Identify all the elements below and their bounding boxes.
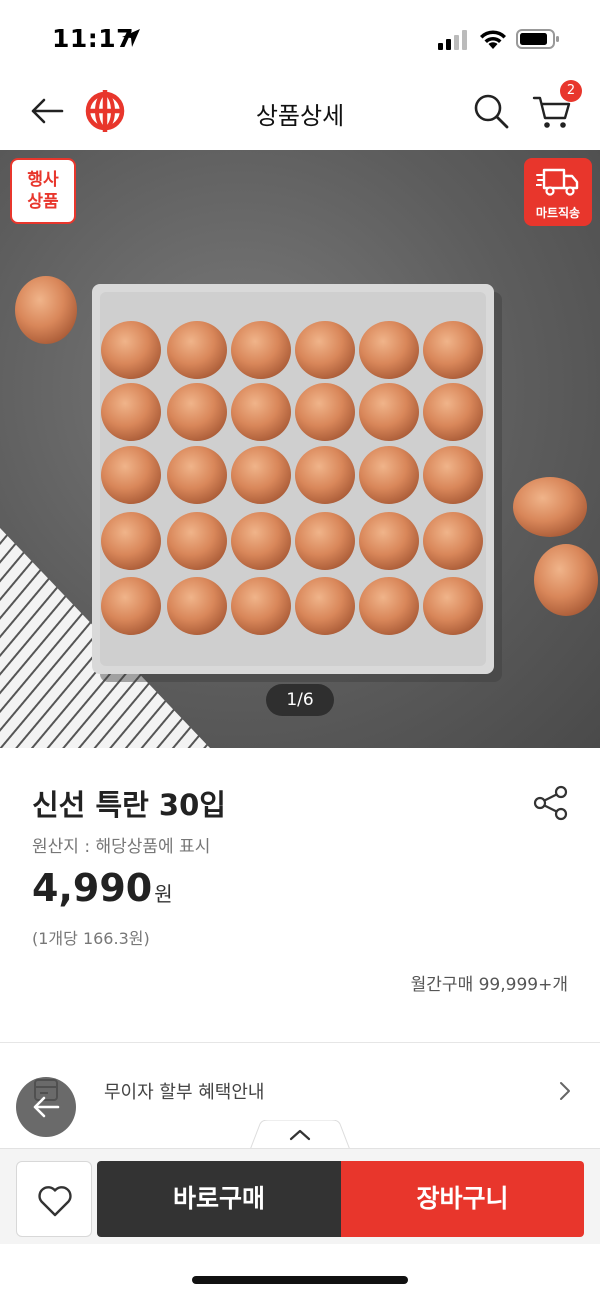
bottom-action-bar: 바로구매 장바구니 <box>0 1148 600 1244</box>
cart-count-badge: 2 <box>560 80 582 102</box>
status-bar: 11:17 <box>0 0 600 78</box>
floating-back-button[interactable] <box>16 1077 76 1137</box>
monthly-purchase-count: 월간구매 99,999+개 <box>410 975 568 995</box>
top-navigation-bar: 상품상세 2 <box>0 78 600 148</box>
page-title: 상품상세 <box>255 102 345 130</box>
buy-now-button[interactable]: 바로구매 <box>97 1161 341 1237</box>
chevron-right-icon <box>560 1082 570 1100</box>
delivery-truck-icon <box>536 168 579 196</box>
price-value: 4,990 <box>32 866 153 910</box>
product-origin: 원산지 : 해당상품에 표시 <box>32 837 211 857</box>
unit-price: (1개당 166.3원) <box>32 929 150 948</box>
wishlist-button[interactable] <box>16 1161 92 1237</box>
expand-panel-tab[interactable] <box>250 1120 350 1150</box>
heart-icon <box>38 1186 72 1217</box>
installment-benefit-row[interactable]: 무이자 할부 혜택안내 <box>0 1060 600 1120</box>
mart-badge-label: 마트직송 <box>535 206 581 220</box>
home-indicator[interactable] <box>192 1276 408 1284</box>
battery-icon <box>516 29 559 49</box>
search-icon[interactable] <box>472 92 510 130</box>
section-divider <box>0 1042 600 1043</box>
back-arrow-icon <box>33 1096 60 1118</box>
product-name: 신선 특란 30입 <box>32 788 226 822</box>
image-page-indicator: 1/6 <box>266 684 334 716</box>
cellular-signal-icon <box>438 30 467 50</box>
share-icon[interactable] <box>532 784 570 822</box>
add-to-cart-button[interactable]: 장바구니 <box>341 1161 584 1237</box>
event-badge-line-2: 상품 <box>27 192 59 212</box>
egg-tray-photo <box>0 276 598 748</box>
chevron-up-icon <box>250 1120 350 1150</box>
installment-benefit-label: 무이자 할부 혜택안내 <box>104 1082 265 1103</box>
mart-direct-delivery-badge: 마트직송 <box>524 158 592 226</box>
wifi-icon <box>480 30 506 49</box>
event-product-badge: 행사 상품 <box>10 158 76 224</box>
location-arrow-icon <box>122 29 140 47</box>
price-currency: 원 <box>154 882 173 906</box>
event-badge-line-1: 행사 <box>27 170 59 190</box>
product-price: 4,990 원 <box>32 866 173 910</box>
product-image-carousel[interactable]: 행사 상품 마트직송 1/6 <box>0 150 600 748</box>
